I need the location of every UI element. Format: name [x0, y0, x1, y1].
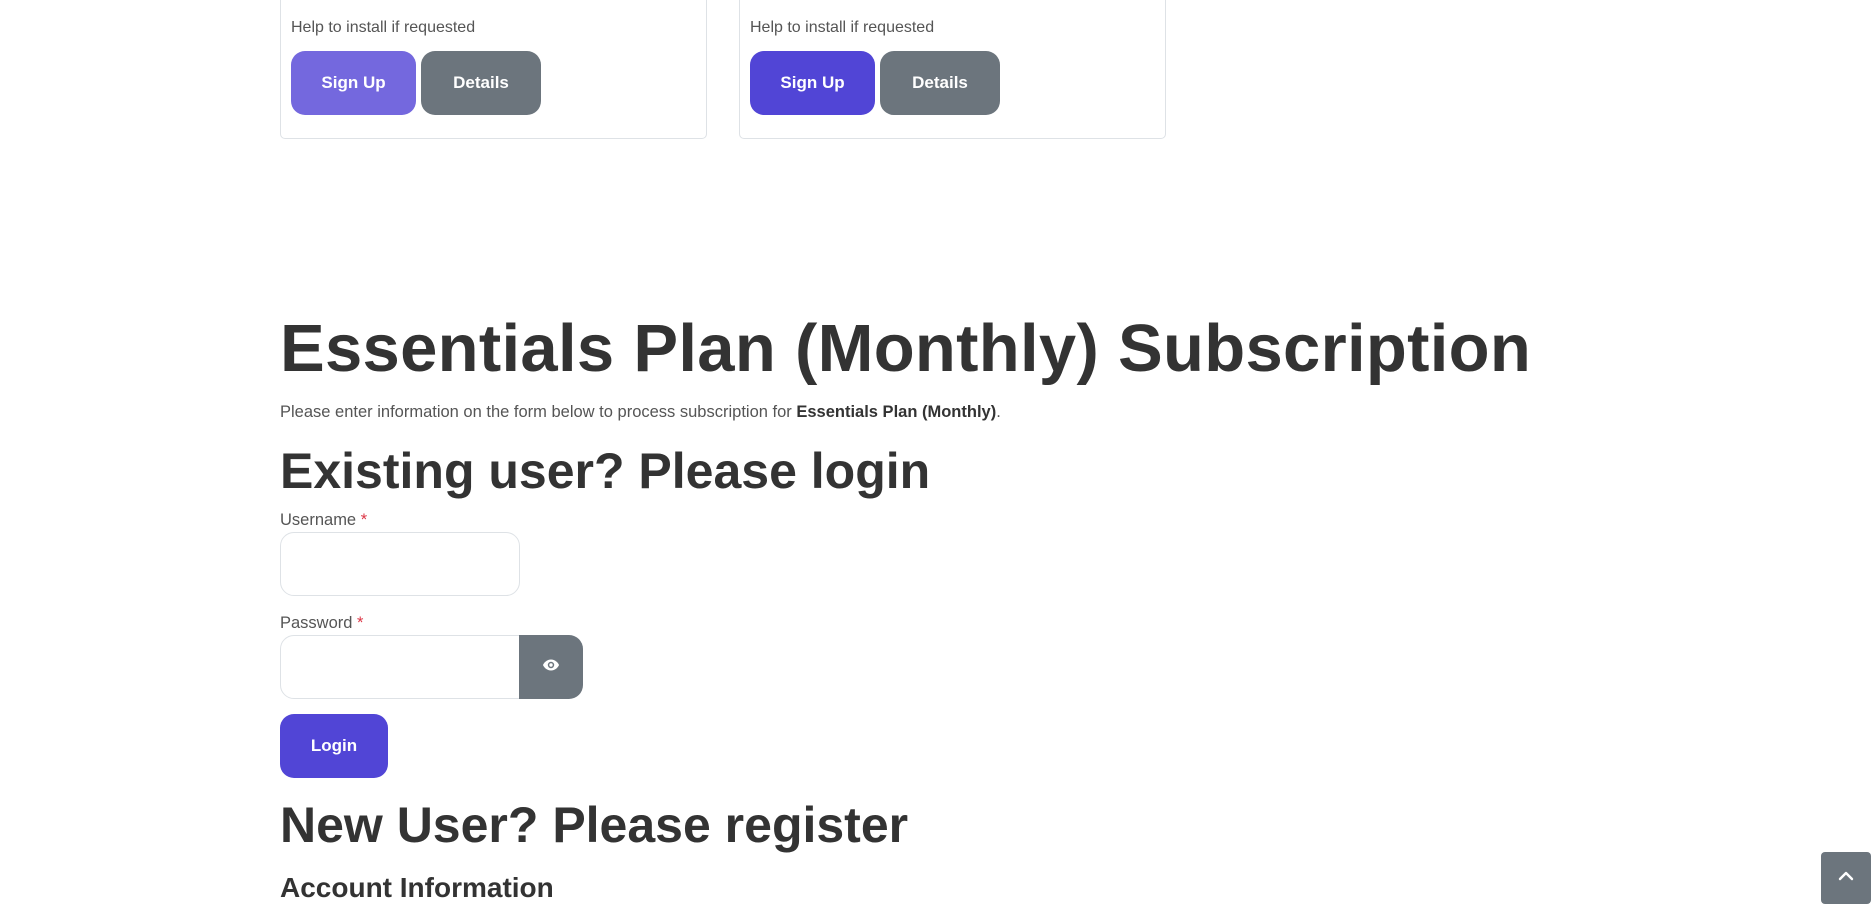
required-marker: *	[360, 511, 368, 529]
intro-suffix: .	[996, 403, 1001, 421]
plan-card-actions: Sign Up Details	[750, 51, 1000, 115]
show-password-button[interactable]	[519, 635, 583, 699]
password-label: Password *	[280, 614, 364, 632]
details-button[interactable]: Details	[421, 51, 541, 115]
required-marker: *	[357, 614, 364, 632]
register-heading: New User? Please register	[280, 797, 909, 853]
eye-icon	[542, 658, 560, 677]
page: Help to install if requested Sign Up Det…	[0, 0, 1873, 914]
account-information-title: Account Information	[280, 872, 554, 903]
details-button[interactable]: Details	[880, 51, 1000, 115]
sign-up-button[interactable]: Sign Up	[291, 51, 416, 115]
page-title: Essentials Plan (Monthly) Subscription	[280, 311, 1532, 386]
intro-text: Please enter information on the form bel…	[280, 403, 797, 421]
plan-card: Help to install if requested Sign Up Det…	[739, 0, 1166, 139]
plan-card-note: Help to install if requested	[291, 19, 476, 36]
sign-up-button[interactable]: Sign Up	[750, 51, 875, 115]
login-heading: Existing user? Please login	[280, 443, 931, 499]
login-button[interactable]: Login	[280, 714, 388, 778]
intro-plan-name: Essentials Plan (Monthly)	[796, 403, 997, 421]
username-input[interactable]	[280, 532, 520, 596]
back-to-top-button[interactable]	[1821, 852, 1871, 904]
chevron-up-icon	[1838, 869, 1854, 887]
username-label: Username *	[280, 511, 368, 529]
plan-card: Help to install if requested Sign Up Det…	[280, 0, 707, 139]
subscription-intro: Please enter information on the form bel…	[280, 403, 1001, 422]
plan-card-actions: Sign Up Details	[291, 51, 541, 115]
plan-card-note: Help to install if requested	[750, 19, 935, 36]
password-input[interactable]	[280, 635, 520, 699]
